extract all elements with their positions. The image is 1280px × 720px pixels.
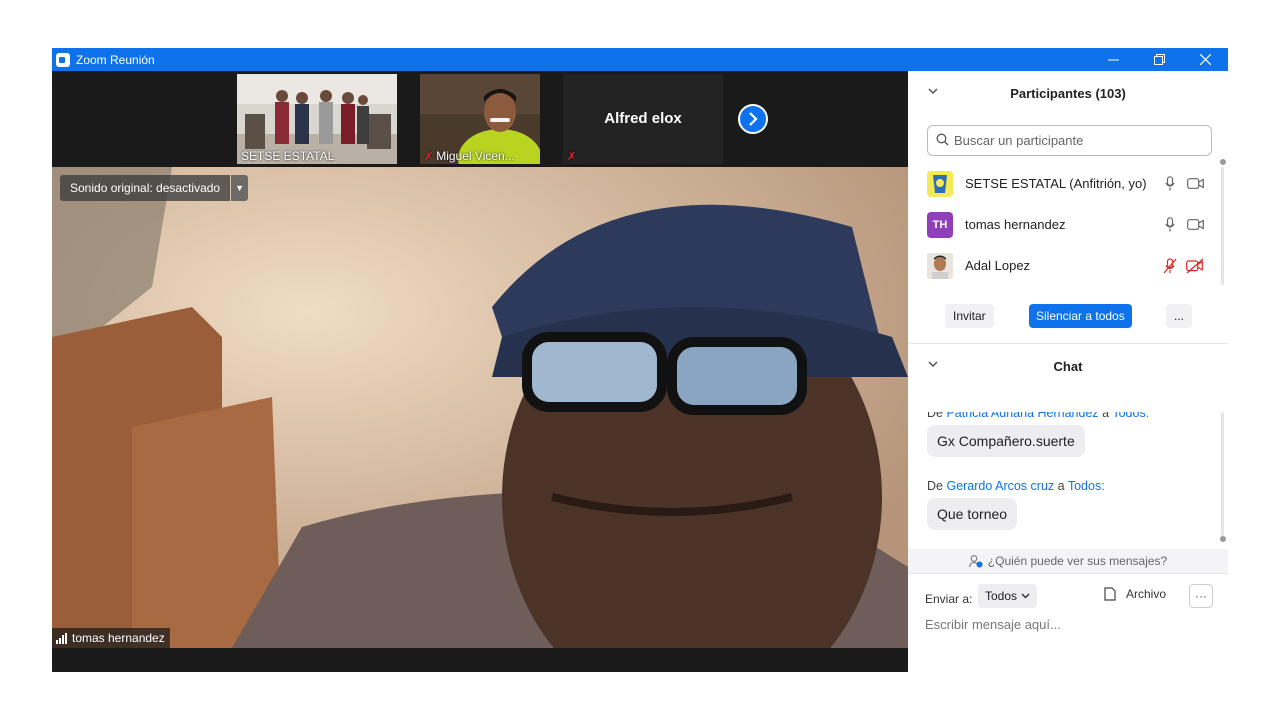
avatar: TH [927,211,953,238]
search-icon [936,133,949,149]
thumbnail-setse-estatal[interactable]: SETSE ESTATAL [237,74,397,164]
mic-muted-icon: ✗ [567,151,577,163]
minimize-icon [1107,59,1119,61]
participant-row[interactable]: Adal Lopez [908,245,1218,286]
send-to-dropdown[interactable]: Todos [978,584,1038,608]
participant-row[interactable]: SETSE ESTATAL (Anfitrión, yo) [908,163,1218,204]
participant-name: Adal Lopez [965,258,1031,273]
mute-all-button[interactable]: Silenciar a todos [1029,304,1132,328]
close-icon [1199,54,1211,65]
speaker-video-image [52,167,908,648]
message-sender[interactable]: Gerardo Arcos cruz [946,479,1054,493]
caret-down-icon: ▼ [235,183,245,193]
chat-messages: De Patricia Adriana Hernandez a Todos: G… [908,412,1218,550]
message-header: De Patricia Adriana Hernandez a Todos: [927,412,1149,420]
video-camera-off-icon[interactable] [1186,258,1204,274]
participant-list-scrollbar[interactable] [1220,159,1226,289]
scrollbar-top-dot [1220,159,1226,165]
title-bar: Zoom Reunión [52,48,1228,71]
participants-header: Participantes (103) [908,71,1228,115]
speaker-name: tomas hernandez [72,631,165,645]
speaker-name-tag: tomas hernandez [52,628,170,648]
who-can-see-text: ¿Quién puede ver sus mensajes? [987,554,1168,568]
close-button[interactable] [1182,48,1228,71]
message-bubble: Gx Compañero.suerte [927,425,1085,457]
thumbnail-name: ✗ Miguel Vicen... [424,149,515,163]
thumbnail-mute-indicator: ✗ [567,149,579,163]
original-sound-dropdown-button[interactable]: ▼ [231,175,249,201]
video-camera-icon[interactable] [1186,217,1204,233]
active-speaker-video: Sonido original: desactivado ▼ tomas her… [52,167,908,648]
avatar [927,170,953,197]
restore-icon [1153,54,1165,65]
participants-title: Participantes (103) [1010,85,1126,101]
participant-search-input[interactable]: Buscar un participante [927,125,1212,156]
message-header: De Gerardo Arcos cruz a Todos: [927,479,1105,493]
invite-button[interactable]: Invitar [945,304,994,328]
signal-strength-icon [56,632,67,644]
next-page-button[interactable] [738,104,768,134]
zoom-window: Zoom Reunión SETSE ESTATAL ✗ Miguel Vice… [52,48,1228,672]
chevron-right-icon [749,112,758,126]
who-can-see-messages-link[interactable]: ¿Quién puede ver sus mensajes? [908,549,1228,573]
message-bubble: Que torneo [927,498,1018,530]
restore-button[interactable] [1136,48,1182,71]
chat-scrollbar[interactable] [1220,412,1226,542]
original-sound-status: Sonido original: desactivado [60,175,231,201]
video-area: SETSE ESTATAL ✗ Miguel Vicen... Alfred e… [52,71,908,672]
minimize-button[interactable] [1090,48,1136,71]
meeting-controls-bar [52,648,908,672]
zoom-app-icon [56,52,70,67]
avatar [927,252,953,279]
search-placeholder: Buscar un participante [954,133,1084,148]
side-panel: Participantes (103) Buscar un participan… [908,71,1228,672]
message-recipient: Todos: [1067,479,1105,493]
mic-muted-icon: ✗ [424,151,434,163]
chevron-down-icon [1021,593,1030,599]
microphone-icon[interactable] [1163,176,1177,192]
video-camera-icon[interactable] [1186,176,1204,192]
scrollbar-track[interactable] [1221,167,1224,285]
window-title: Zoom Reunión [76,52,155,67]
participant-list: SETSE ESTATAL (Anfitrión, yo) TH tomas h… [908,163,1218,289]
send-to-label: Enviar a: [925,592,973,606]
microphone-muted-icon[interactable] [1163,257,1177,274]
file-icon [1104,587,1116,601]
message-sender[interactable]: Patricia Adriana Hernandez [946,412,1098,420]
chat-message-input[interactable]: Escribir mensaje aquí... [925,617,1061,632]
send-to-value: Todos [985,589,1018,603]
more-options-button[interactable]: ... [1166,304,1193,328]
chat-title: Chat [1053,358,1083,374]
participant-row[interactable]: TH tomas hernandez [908,204,1218,245]
microphone-icon[interactable] [1163,217,1177,233]
person-info-icon [968,554,983,567]
thumbnail-strip: SETSE ESTATAL ✗ Miguel Vicen... Alfred e… [52,71,908,167]
chevron-down-icon[interactable] [928,86,938,98]
thumbnail-alfred-elox[interactable]: Alfred elox ✗ [563,74,723,164]
thumbnail-miguel[interactable]: ✗ Miguel Vicen... [420,74,540,164]
chat-header: Chat [908,344,1228,388]
thumbnail-name: SETSE ESTATAL [241,149,335,163]
send-options-row: Enviar a: Todos Archivo ··· [908,584,1228,614]
chat-more-button[interactable]: ··· [1189,584,1213,608]
participant-actions: Invitar Silenciar a todos ... [908,304,1228,330]
chat-divider [908,573,1228,574]
file-button[interactable]: Archivo [1104,587,1166,601]
participant-name: SETSE ESTATAL (Anfitrión, yo) [965,176,1147,191]
participant-name: tomas hernandez [965,217,1066,232]
participant-name-large: Alfred elox [604,110,682,127]
chevron-down-icon[interactable] [928,359,938,371]
message-recipient: Todos: [1112,412,1150,420]
file-label: Archivo [1126,587,1167,601]
original-sound-toggle[interactable]: Sonido original: desactivado ▼ [60,175,249,201]
